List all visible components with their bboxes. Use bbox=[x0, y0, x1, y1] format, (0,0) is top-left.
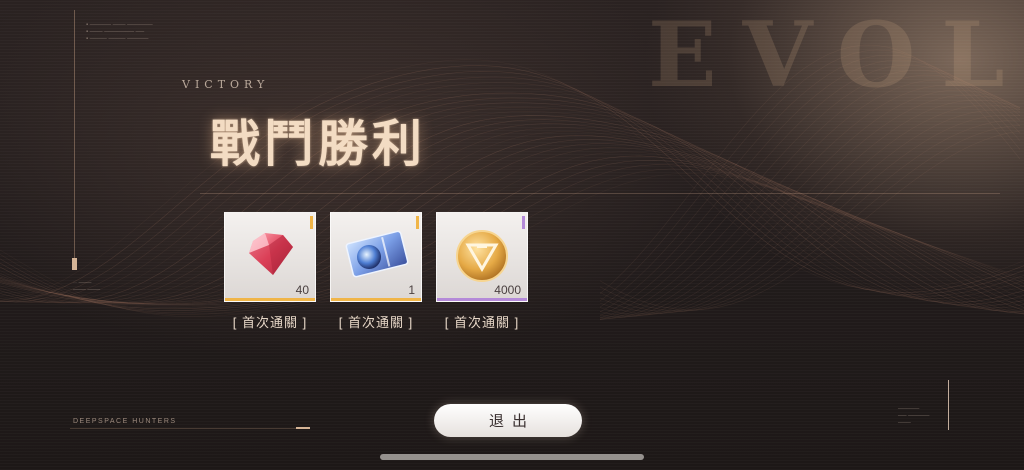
rarity-bar bbox=[331, 298, 421, 301]
reward-label: [ 首次通關 ] bbox=[338, 315, 414, 330]
rarity-bar bbox=[225, 298, 315, 301]
rarity-bar bbox=[437, 298, 527, 301]
hud-bottom-tick bbox=[296, 427, 310, 429]
reward-count: 4000 bbox=[494, 283, 521, 297]
hud-left-tick bbox=[72, 258, 77, 270]
background-word: EVOL bbox=[648, 2, 1024, 108]
red-diamond-icon bbox=[249, 233, 293, 275]
reward-count: 40 bbox=[295, 283, 309, 297]
hud-micro-text-1: ▪ ───── ─── ────── ▪ ─── ─────── ── ▪ ────… bbox=[86, 22, 153, 42]
reward-label: [ 首次通關 ] bbox=[444, 315, 520, 330]
hud-right-vline bbox=[948, 380, 949, 430]
rarity-corner bbox=[310, 216, 313, 229]
victory-screen: EVOL ▪ ───── ─── ────── ▪ ─── ─────── ── ▪… bbox=[0, 0, 1024, 470]
hud-micro-text-3: ───── ── ───── ─── bbox=[898, 406, 930, 426]
reward-item-coin[interactable]: 4000 [ 首次通關 ] bbox=[436, 212, 528, 331]
victory-title: 戰鬥勝利 bbox=[210, 114, 426, 173]
reward-count: 1 bbox=[408, 283, 415, 297]
reward-item-diamond[interactable]: 40 [ 首次通關 ] bbox=[224, 212, 316, 331]
reward-label: [ 首次通關 ] bbox=[232, 315, 308, 330]
wave-line bbox=[599, 89, 1021, 319]
brand-label: DEEPSPACE HUNTERS bbox=[73, 418, 177, 425]
reward-card[interactable]: 40 bbox=[224, 212, 316, 302]
gold-coin-icon bbox=[456, 230, 508, 282]
hud-bottom-line bbox=[70, 428, 310, 429]
reward-card[interactable]: 1 bbox=[330, 212, 422, 302]
reward-item-ticket[interactable]: 1 [ 首次通關 ] bbox=[330, 212, 422, 331]
rarity-corner bbox=[522, 216, 525, 229]
hud-left-vline bbox=[74, 10, 75, 270]
hud-micro-text-2: ·· ─── ─── ─── bbox=[73, 280, 101, 293]
blue-ticket-icon bbox=[345, 230, 409, 278]
hud-divider-line bbox=[200, 193, 1000, 194]
wave-line bbox=[599, 99, 1021, 317]
home-indicator[interactable] bbox=[380, 454, 644, 460]
victory-subtitle: VICTORY bbox=[182, 78, 270, 91]
reward-card[interactable]: 4000 bbox=[436, 212, 528, 302]
exit-button[interactable]: 退出 bbox=[434, 404, 582, 437]
rarity-corner bbox=[416, 216, 419, 229]
